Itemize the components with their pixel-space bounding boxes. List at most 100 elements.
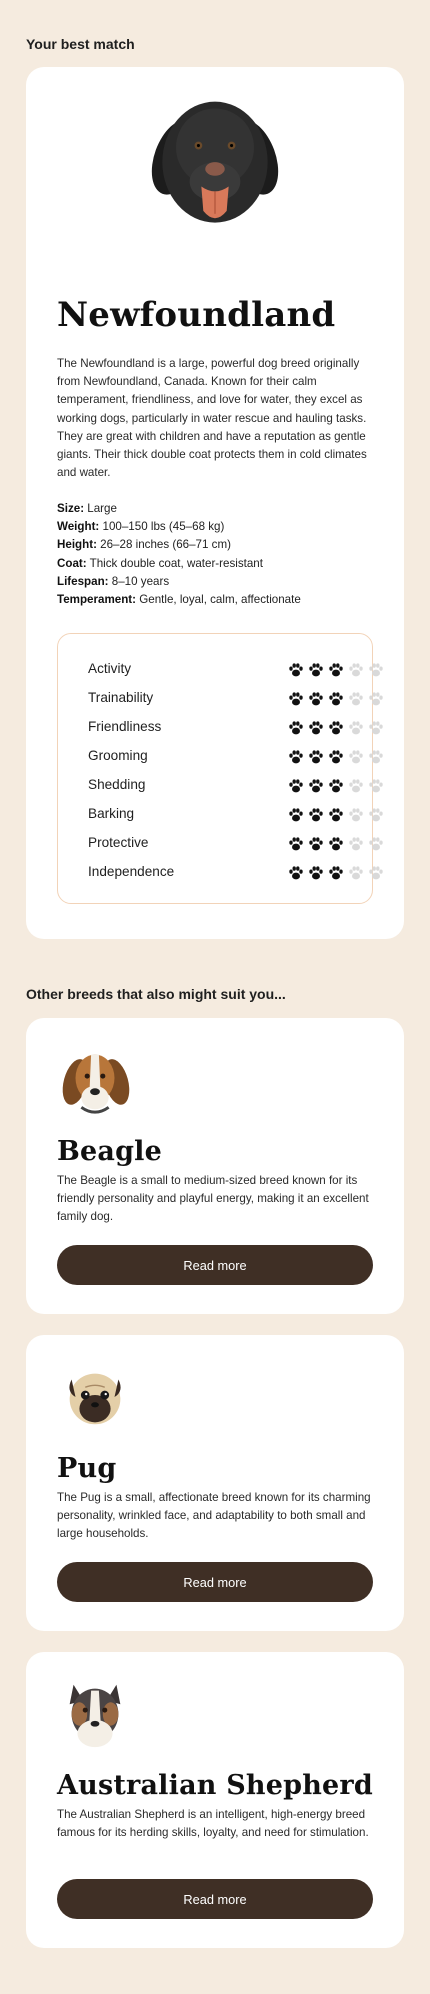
trait-row-activity: Activity	[88, 660, 383, 680]
other-breeds-heading: Other breeds that also might suit you...	[26, 986, 286, 1002]
paw-filled-icon	[309, 866, 323, 880]
paw-filled-icon	[329, 692, 343, 706]
best-match-card: Newfoundland The Newfoundland is a large…	[26, 67, 404, 939]
trait-label: Grooming	[88, 748, 148, 763]
paw-empty-icon	[369, 779, 383, 793]
paw-rating	[288, 807, 384, 823]
paw-empty-icon	[369, 808, 383, 822]
fact-value: 100–150 lbs (45–68 kg)	[99, 520, 225, 534]
trait-label: Friendliness	[88, 719, 162, 734]
paw-empty-icon	[349, 808, 363, 822]
paw-rating	[288, 691, 384, 707]
paw-filled-icon	[309, 750, 323, 764]
paw-rating	[288, 865, 384, 881]
fact-size: Size: Large	[57, 500, 375, 518]
trait-ratings-panel: Activity Trainability Friendliness Groom…	[57, 633, 383, 904]
breed-card-australian-shepherd: Australian Shepherd The Australian Sheph…	[26, 1652, 404, 1948]
australian-shepherd-portrait-icon	[69, 1684, 121, 1748]
paw-rating	[288, 749, 384, 765]
trait-label: Activity	[88, 661, 132, 676]
trait-row-independence: Independence	[88, 863, 383, 883]
fact-coat: Coat: Thick double coat, water-resistant	[57, 555, 375, 573]
paw-filled-icon	[329, 779, 343, 793]
trait-row-grooming: Grooming	[88, 747, 383, 767]
best-breed-description: The Newfoundland is a large, powerful do…	[57, 357, 367, 480]
fact-value: 26–28 inches (66–71 cm)	[96, 538, 231, 552]
paw-filled-icon	[309, 808, 323, 822]
breed-name: Australian Shepherd	[57, 1770, 373, 1801]
paw-empty-icon	[349, 866, 363, 880]
paw-empty-icon	[349, 779, 363, 793]
paw-filled-icon	[309, 721, 323, 735]
breed-description: The Pug is a small, affectionate breed k…	[57, 1491, 371, 1541]
paw-filled-icon	[329, 663, 343, 677]
fact-label: Weight:	[57, 520, 100, 534]
fact-lifespan: Lifespan: 8–10 years	[57, 573, 375, 591]
breed-name: Beagle	[57, 1136, 163, 1167]
best-breed-name: Newfoundland	[57, 295, 336, 335]
breed-description: The Australian Shepherd is an intelligen…	[57, 1808, 369, 1840]
read-more-button[interactable]: Read more	[57, 1245, 373, 1285]
trait-row-shedding: Shedding	[88, 776, 383, 796]
paw-empty-icon	[349, 837, 363, 851]
breed-facts: Size: Large Weight: 100–150 lbs (45–68 k…	[57, 500, 375, 609]
newfoundland-portrait-icon	[151, 101, 279, 223]
paw-rating	[288, 720, 384, 736]
fact-height: Height: 26–28 inches (66–71 cm)	[57, 536, 375, 554]
trait-row-protective: Protective	[88, 834, 383, 854]
trait-label: Protective	[88, 835, 149, 850]
paw-rating	[288, 662, 384, 678]
fact-label: Size:	[57, 502, 85, 515]
paw-empty-icon	[349, 663, 363, 677]
breed-description: The Beagle is a small to medium-sized br…	[57, 1174, 369, 1224]
paw-filled-icon	[289, 808, 303, 822]
trait-label: Barking	[88, 806, 135, 821]
paw-filled-icon	[329, 750, 343, 764]
breed-card-beagle: Beagle The Beagle is a small to medium-s…	[26, 1018, 404, 1314]
paw-empty-icon	[369, 692, 383, 706]
fact-value: Large	[84, 502, 117, 515]
fact-weight: Weight: 100–150 lbs (45–68 kg)	[57, 518, 375, 536]
breed-card-pug: Pug The Pug is a small, affectionate bre…	[26, 1335, 404, 1631]
trait-row-trainability: Trainability	[88, 689, 383, 709]
paw-filled-icon	[289, 721, 303, 735]
paw-filled-icon	[309, 837, 323, 851]
paw-filled-icon	[309, 663, 323, 677]
paw-empty-icon	[369, 866, 383, 880]
paw-filled-icon	[289, 866, 303, 880]
paw-filled-icon	[289, 779, 303, 793]
breed-name: Pug	[57, 1453, 117, 1484]
paw-rating	[288, 778, 384, 794]
trait-row-barking: Barking	[88, 805, 383, 825]
best-match-heading: Your best match	[26, 36, 135, 52]
trait-label: Shedding	[88, 777, 146, 792]
paw-filled-icon	[289, 663, 303, 677]
fact-label: Coat:	[57, 556, 87, 570]
paw-filled-icon	[289, 837, 303, 851]
paw-filled-icon	[309, 779, 323, 793]
paw-filled-icon	[329, 808, 343, 822]
trait-label: Independence	[88, 864, 175, 879]
read-more-button[interactable]: Read more	[57, 1879, 373, 1919]
paw-filled-icon	[329, 866, 343, 880]
paw-empty-icon	[369, 663, 383, 677]
fact-value: 8–10 years	[108, 574, 170, 588]
trait-row-friendliness: Friendliness	[88, 718, 383, 738]
paw-filled-icon	[309, 692, 323, 706]
read-more-button[interactable]: Read more	[57, 1562, 373, 1602]
fact-temperament: Temperament: Gentle, loyal, calm, affect…	[57, 591, 375, 609]
fact-label: Temperament:	[57, 593, 137, 607]
paw-empty-icon	[369, 837, 383, 851]
paw-empty-icon	[369, 721, 383, 735]
fact-label: Height:	[57, 538, 97, 552]
paw-filled-icon	[289, 750, 303, 764]
beagle-portrait-icon	[62, 1054, 130, 1114]
paw-empty-icon	[349, 721, 363, 735]
paw-filled-icon	[289, 692, 303, 706]
paw-filled-icon	[329, 837, 343, 851]
fact-label: Lifespan:	[57, 574, 109, 588]
paw-rating	[288, 836, 384, 852]
fact-value: Gentle, loyal, calm, affectionate	[136, 593, 301, 607]
paw-empty-icon	[349, 692, 363, 706]
paw-empty-icon	[349, 750, 363, 764]
